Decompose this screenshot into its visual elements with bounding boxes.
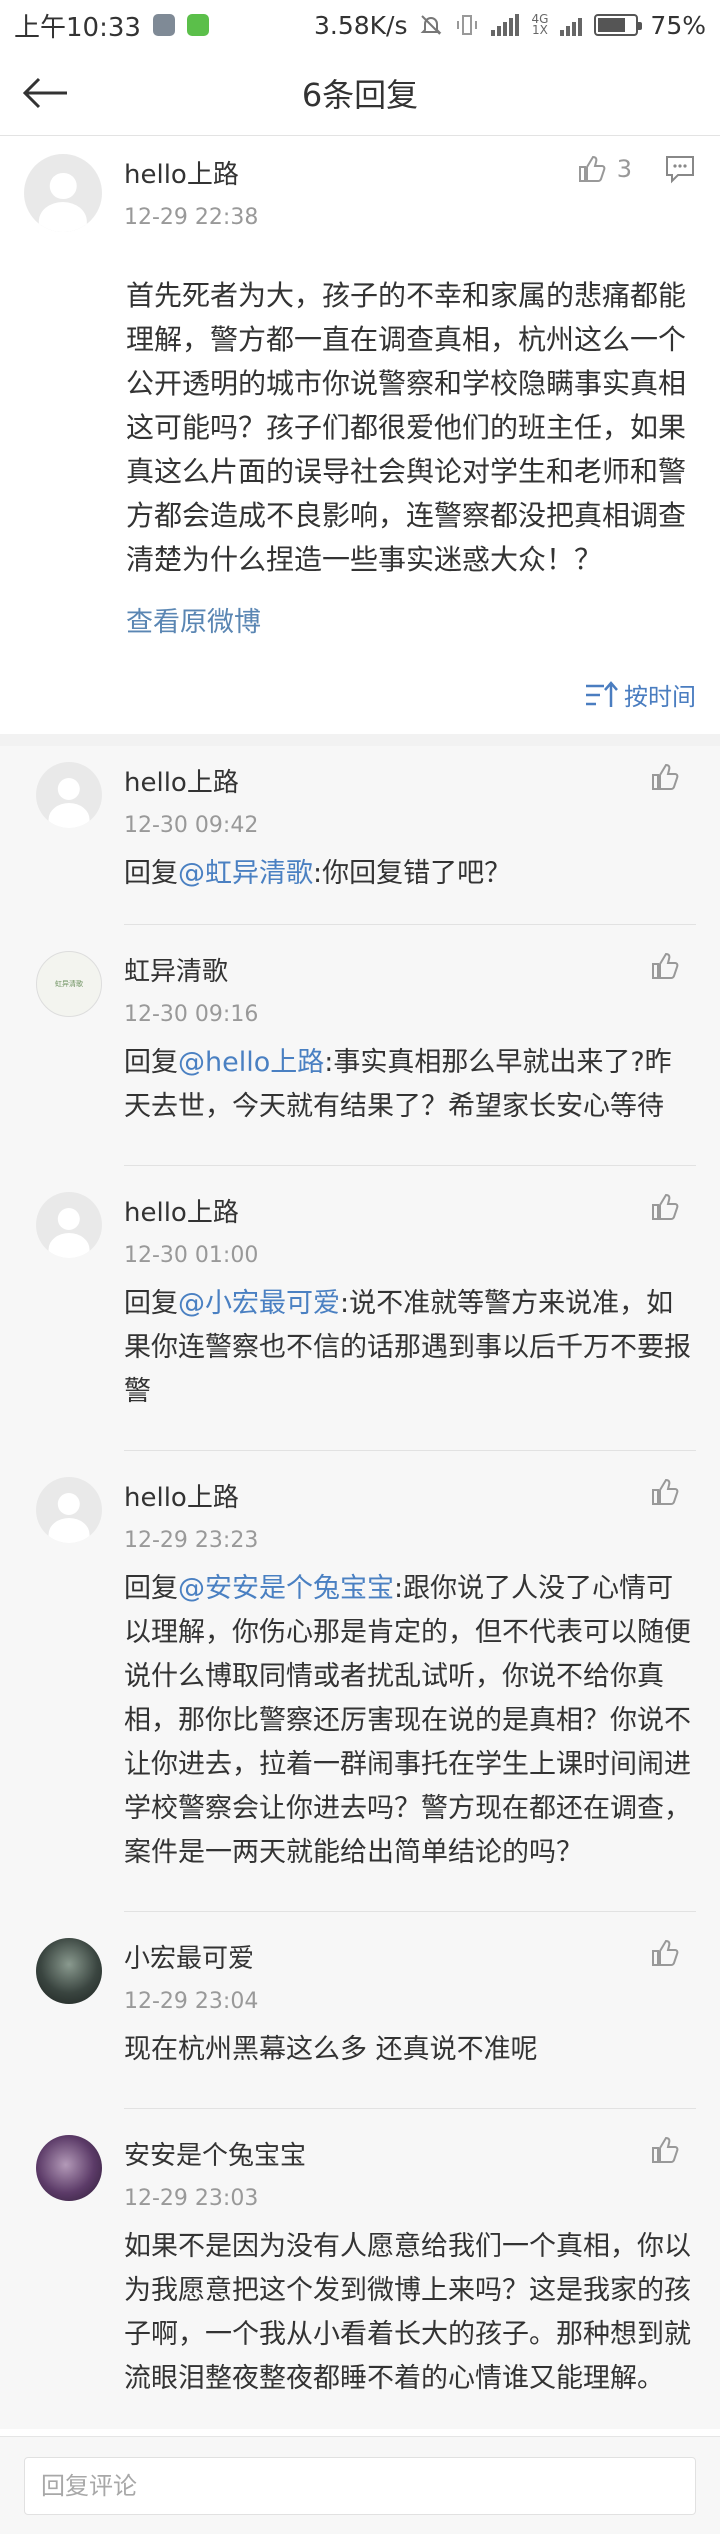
mention-link[interactable]: @hello上路 xyxy=(178,1047,324,1078)
thumbs-up-icon[interactable] xyxy=(650,762,680,792)
app-notification-icon xyxy=(186,14,209,36)
user-name[interactable]: hello上路 xyxy=(124,154,258,191)
reply-text: 回复@小宏最可爱:说不准就等警方来说准，如果你连警察也不信的话那遇到事以后千万不… xyxy=(124,1282,696,1414)
reply-text: 回复@hello上路:事实真相那么早就出来了?昨天去世，今天就有结果了？希望家长… xyxy=(124,1041,696,1129)
status-bar: 上午10:33 3.58K/s 4G 1X 75% xyxy=(0,0,720,50)
like-count: 3 xyxy=(616,155,632,183)
battery-level xyxy=(598,18,626,32)
page-title: 6条回复 xyxy=(301,75,419,114)
avatar[interactable] xyxy=(36,1477,102,1543)
reply-user-name[interactable]: hello上路 xyxy=(124,1192,696,1229)
avatar[interactable] xyxy=(36,2135,102,2201)
reply-item: 安安是个兔宝宝 12-29 23:03 如果不是因为没有人愿意给我们一个真相，你… xyxy=(0,2109,720,2429)
reply-prefix: 回复 xyxy=(124,858,178,889)
reply-timestamp: 12-30 01:00 xyxy=(124,1243,259,1268)
timestamp: 12-29 22:38 xyxy=(124,205,259,230)
thumbs-up-icon[interactable] xyxy=(650,1477,680,1507)
thumbs-up-icon[interactable] xyxy=(650,1192,680,1222)
main-comment: hello上路 12-29 22:38 3 首先死者为大，孩子的不幸和家属的悲痛… xyxy=(0,136,720,734)
reply-input[interactable] xyxy=(24,2457,696,2515)
thumbs-up-icon[interactable] xyxy=(650,951,680,981)
reply-item: 小宏最可爱 12-29 23:04 现在杭州黑幕这么多 还真说不准呢 xyxy=(0,1912,720,2109)
reply-content: 如果不是因为没有人愿意给我们一个真相，你以为我愿意把这个发到微博上来吗？这是我家… xyxy=(124,2231,691,2394)
reply-timestamp: 12-29 23:23 xyxy=(124,1528,259,1553)
avatar[interactable] xyxy=(36,762,102,828)
thumbs-up-icon[interactable] xyxy=(650,2135,680,2165)
reply-item: 虹异清歌 虹异清歌 12-30 09:16 回复@hello上路:事实真相那么早… xyxy=(0,925,720,1166)
signal-icon-2 xyxy=(560,14,583,36)
back-button[interactable] xyxy=(0,50,90,136)
signal-icon xyxy=(491,14,520,36)
avatar[interactable] xyxy=(36,1938,102,2004)
mute-icon xyxy=(421,15,442,35)
reply-text: 如果不是因为没有人愿意给我们一个真相，你以为我愿意把这个发到微博上来吗？这是我家… xyxy=(124,2225,696,2401)
mention-link[interactable]: @小宏最可爱 xyxy=(178,1288,340,1319)
reply-input-bar xyxy=(0,2436,720,2534)
battery-percent: 75% xyxy=(650,10,706,40)
reply-prefix: 回复 xyxy=(124,1573,178,1604)
reply-timestamp: 12-29 23:03 xyxy=(124,2186,259,2211)
thumbs-up-icon[interactable] xyxy=(650,1938,680,1968)
reply-timestamp: 12-30 09:42 xyxy=(124,813,259,838)
back-arrow-icon xyxy=(22,77,67,108)
network-speed: 3.58K/s xyxy=(313,10,408,40)
status-time: 上午10:33 xyxy=(14,12,141,43)
sort-label: 按时间 xyxy=(624,683,696,711)
reply-content: 现在杭州黑幕这么多 还真说不准呢 xyxy=(124,2034,538,2065)
vibrate-icon xyxy=(457,15,478,35)
sort-toggle[interactable]: 按时间 xyxy=(24,639,696,734)
reply-text: 现在杭州黑幕这么多 还真说不准呢 xyxy=(124,2028,696,2072)
reply-user-name[interactable]: 虹异清歌 xyxy=(124,951,696,988)
reply-user-name[interactable]: hello上路 xyxy=(124,762,696,799)
reply-user-name[interactable]: hello上路 xyxy=(124,1477,696,1514)
reply-item: hello上路 12-30 01:00 回复@小宏最可爱:说不准就等警方来说准，… xyxy=(0,1166,720,1451)
avatar[interactable]: 虹异清歌 xyxy=(36,951,102,1017)
comment-icon[interactable] xyxy=(664,154,696,184)
sort-icon xyxy=(586,680,618,707)
reply-user-name[interactable]: 安安是个兔宝宝 xyxy=(124,2135,696,2172)
reply-list: hello上路 12-30 09:42 回复@虹异清歌:你回复错了吧？ 虹异清歌… xyxy=(0,746,720,2429)
reply-prefix: 回复 xyxy=(124,1047,178,1078)
reply-item: hello上路 12-29 23:23 回复@安安是个兔宝宝:跟你说了人没了心情… xyxy=(0,1451,720,1912)
section-divider xyxy=(0,734,720,746)
reply-text: 回复@虹异清歌:你回复错了吧？ xyxy=(124,852,696,896)
network-type: 4G 1X xyxy=(531,13,548,37)
reply-timestamp: 12-29 23:04 xyxy=(124,1989,259,2014)
network-type-bottom: 1X xyxy=(532,23,548,37)
view-original-link[interactable]: 查看原微博 xyxy=(126,600,696,639)
reply-prefix: 回复 xyxy=(124,1288,178,1319)
reply-content: :你回复错了吧？ xyxy=(313,858,512,889)
battery-icon xyxy=(594,14,643,36)
comment-text: 首先死者为大，孩子的不幸和家属的悲痛都能理解，警方都一直在调查真相，杭州这么一个… xyxy=(126,279,687,576)
reply-timestamp: 12-30 09:16 xyxy=(124,1002,259,1027)
reply-content: :跟你说了人没了心情可以理解，你伤心那是肯定的，但不代表可以随便说什么博取同情或… xyxy=(124,1573,691,1868)
reply-text: 回复@安安是个兔宝宝:跟你说了人没了心情可以理解，你伤心那是肯定的，但不代表可以… xyxy=(124,1567,696,1875)
reply-user-name[interactable]: 小宏最可爱 xyxy=(124,1938,696,1975)
mention-link[interactable]: @安安是个兔宝宝 xyxy=(178,1573,394,1604)
thumbs-up-icon[interactable] xyxy=(577,154,607,184)
nav-bar: 6条回复 xyxy=(0,50,720,136)
reply-item: hello上路 12-30 09:42 回复@虹异清歌:你回复错了吧？ xyxy=(0,746,720,925)
avatar[interactable] xyxy=(36,1192,102,1258)
notification-icon xyxy=(152,14,175,36)
avatar[interactable] xyxy=(24,154,102,232)
mention-link[interactable]: @虹异清歌 xyxy=(178,858,313,889)
